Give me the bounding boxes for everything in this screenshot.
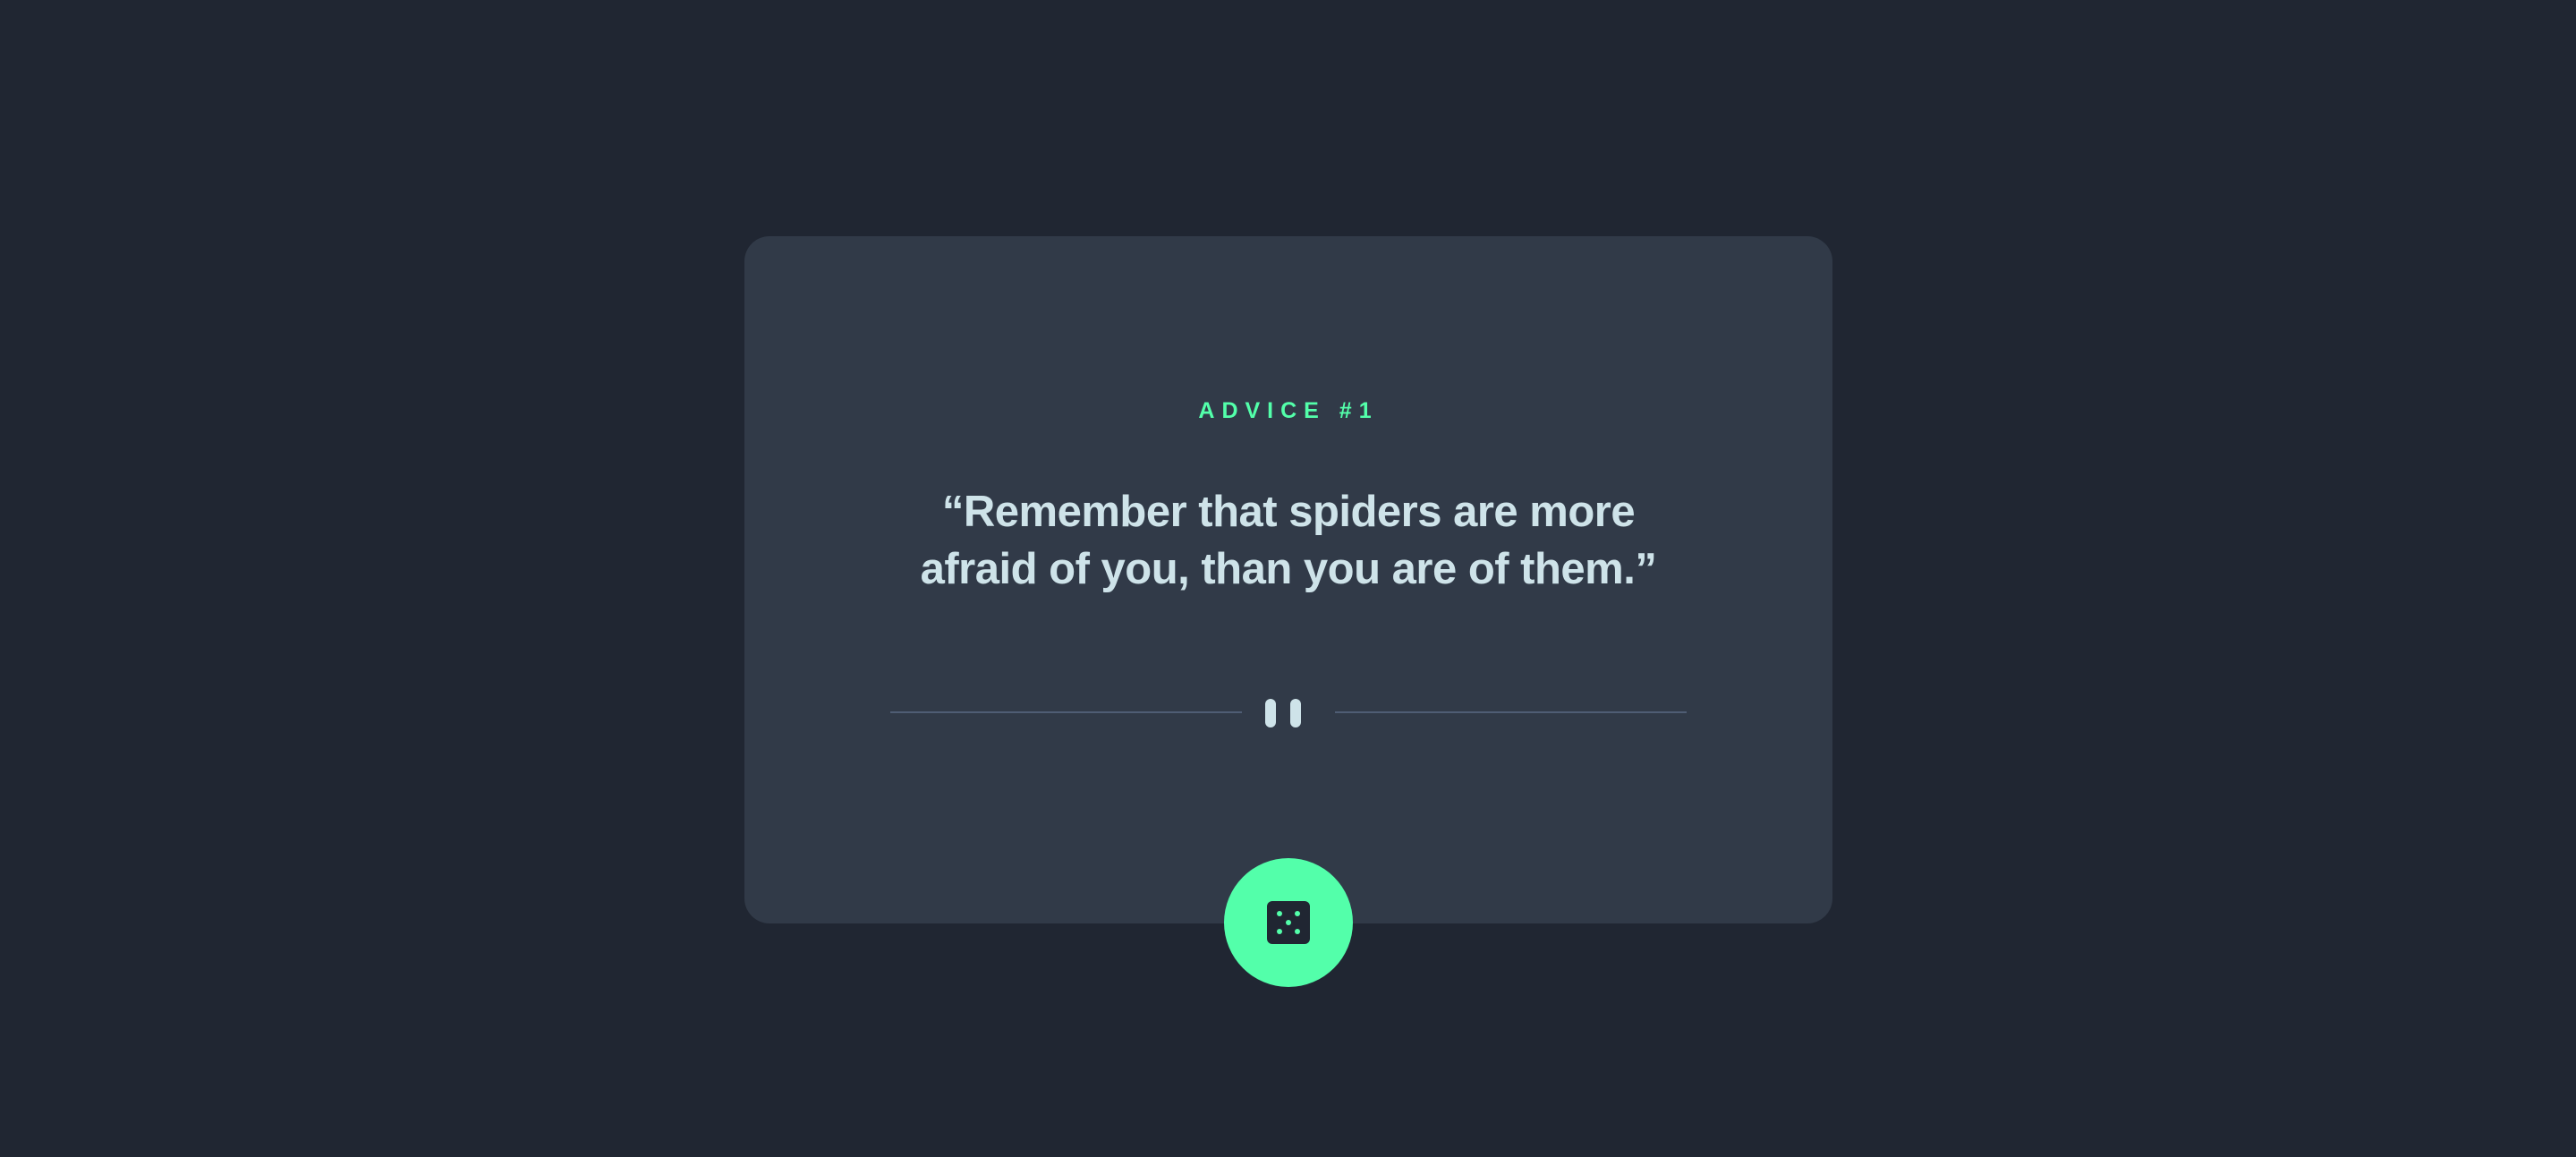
page: ADVICE #1 “Remember that spiders are mor… xyxy=(0,0,2576,1157)
new-advice-button[interactable] xyxy=(1224,858,1353,987)
divider xyxy=(890,694,1687,730)
divider-line-left xyxy=(890,711,1242,713)
advice-id-label: ADVICE #1 xyxy=(1198,398,1379,423)
advice-card: ADVICE #1 “Remember that spiders are mor… xyxy=(744,236,1832,923)
dice-icon xyxy=(1267,901,1310,944)
divider-line-right xyxy=(1335,711,1687,713)
advice-quote: “Remember that spiders are more afraid o… xyxy=(920,488,1657,593)
pause-icon xyxy=(1265,694,1312,730)
